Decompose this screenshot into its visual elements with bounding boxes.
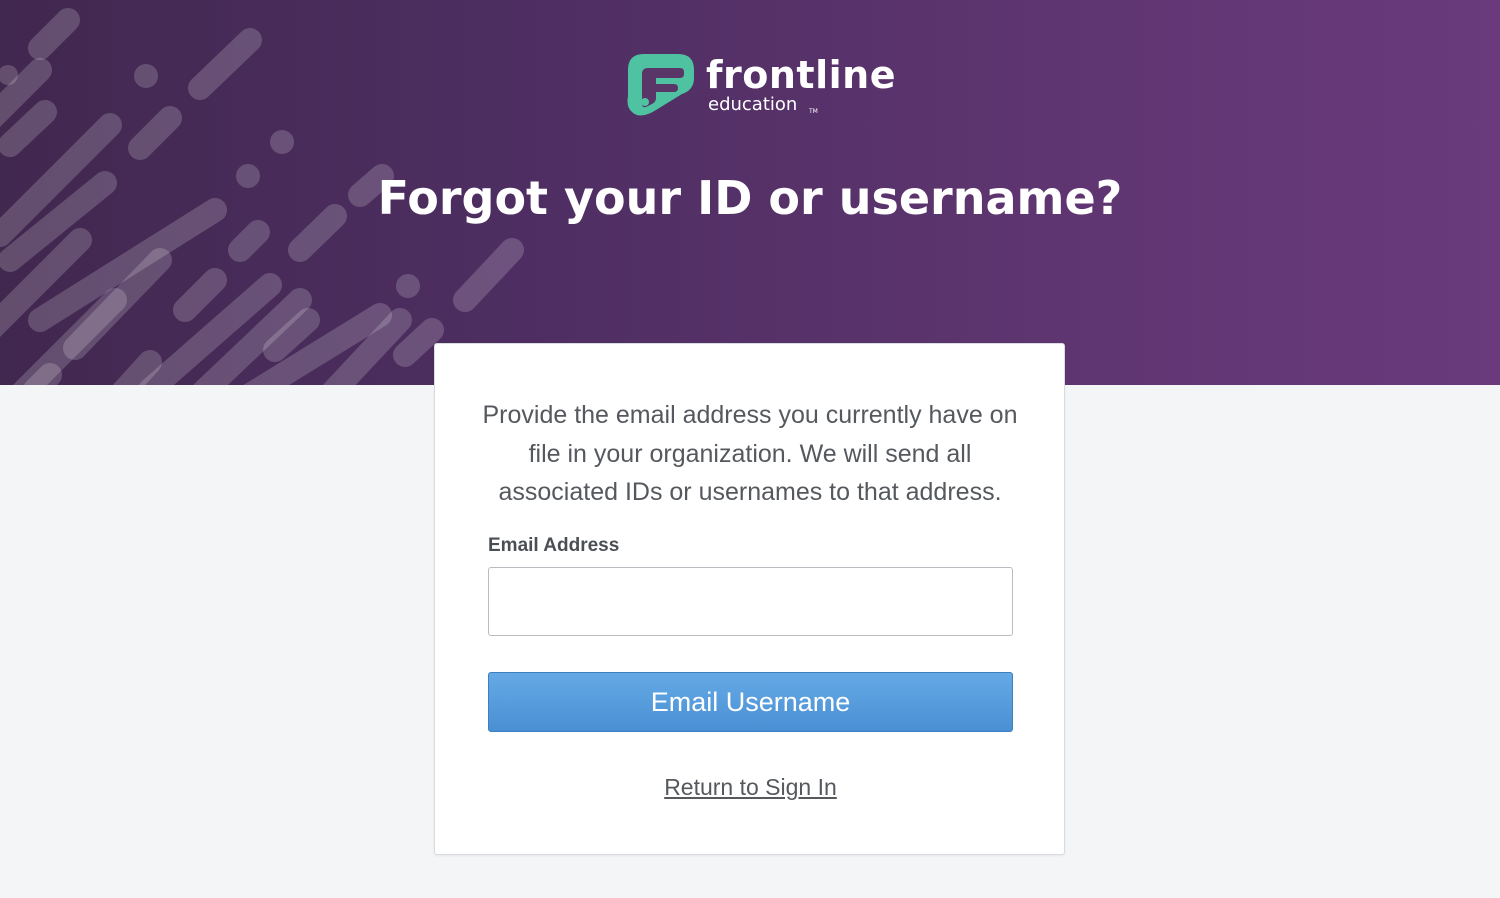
- email-label: Email Address: [488, 535, 620, 556]
- instructions-text: Provide the email address you currently …: [482, 401, 1018, 506]
- page-title: Forgot your ID or username?: [377, 171, 1123, 225]
- return-to-sign-in-link[interactable]: Return to Sign In: [435, 772, 1066, 802]
- forgot-username-card: Provide the email address you currently …: [434, 343, 1065, 855]
- brand-name: frontline: [706, 53, 896, 97]
- header-banner: frontline education TM Forgot your ID or…: [0, 0, 1500, 385]
- brand-logo[interactable]: frontline education TM: [626, 50, 895, 122]
- frontline-logo-icon: [627, 54, 694, 116]
- trademark-mark: TM: [809, 108, 818, 115]
- email-username-button[interactable]: Email Username: [488, 672, 1013, 732]
- brand-subtitle: education: [708, 94, 798, 115]
- email-field[interactable]: [488, 567, 1013, 636]
